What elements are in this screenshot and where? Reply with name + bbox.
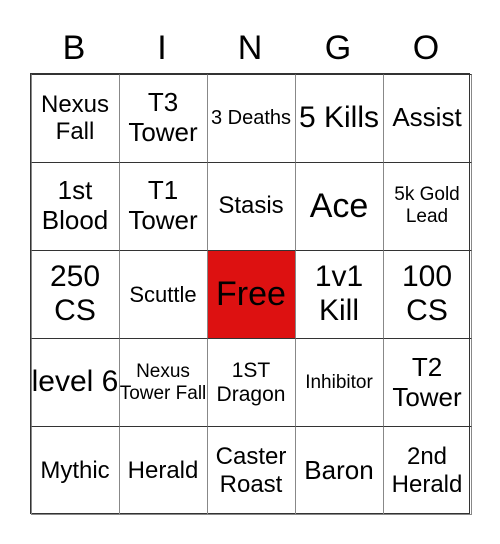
bingo-cell[interactable]: Scuttle xyxy=(118,249,208,340)
header-letter: G xyxy=(324,29,352,67)
bingo-cell[interactable]: 3 Deaths xyxy=(206,73,296,163)
bingo-cell[interactable]: T3 Tower xyxy=(118,73,208,163)
bingo-cell[interactable]: 100 CS xyxy=(382,249,472,340)
bingo-cell[interactable]: 1ST Dragon xyxy=(206,338,296,428)
bingo-cell[interactable]: Herald xyxy=(118,426,208,516)
bingo-cell[interactable]: 5k Gold Lead xyxy=(382,161,472,251)
bingo-cell[interactable]: 5 Kills xyxy=(294,73,384,163)
header-letter: O xyxy=(412,29,440,67)
header-letter: B xyxy=(62,29,86,67)
header-letter: N xyxy=(237,29,263,67)
bingo-header: BINGO xyxy=(30,28,470,68)
bingo-cell[interactable]: T2 Tower xyxy=(382,338,472,428)
bingo-cell[interactable]: Ace xyxy=(294,161,384,251)
bingo-cell[interactable]: Baron xyxy=(294,426,384,516)
bingo-cell[interactable]: Assist xyxy=(382,73,472,163)
bingo-cell[interactable]: 250 CS xyxy=(30,249,120,340)
bingo-cell[interactable]: Inhibitor xyxy=(294,338,384,428)
free-space-cell[interactable]: Free xyxy=(206,249,296,340)
bingo-grid: Nexus Fall T3 Tower 3 Deaths 5 Kills Assist 1… xyxy=(30,73,472,516)
bingo-cell[interactable]: level 6 xyxy=(30,338,120,428)
bingo-cell[interactable]: 1st Blood xyxy=(30,161,120,251)
bingo-cell[interactable]: T1 Tower xyxy=(118,161,208,251)
bingo-cell[interactable]: Mythic xyxy=(30,426,120,516)
bingo-cell[interactable]: Nexus Tower Fall xyxy=(118,338,208,428)
header-letter: I xyxy=(157,29,167,67)
bingo-cell[interactable]: 1v1 Kill xyxy=(294,249,384,340)
bingo-cell[interactable]: Nexus Fall xyxy=(30,73,120,163)
bingo-cell[interactable]: Stasis xyxy=(206,161,296,251)
bingo-cell[interactable]: Caster Roast xyxy=(206,426,296,516)
bingo-cell[interactable]: 2nd Herald xyxy=(382,426,472,516)
